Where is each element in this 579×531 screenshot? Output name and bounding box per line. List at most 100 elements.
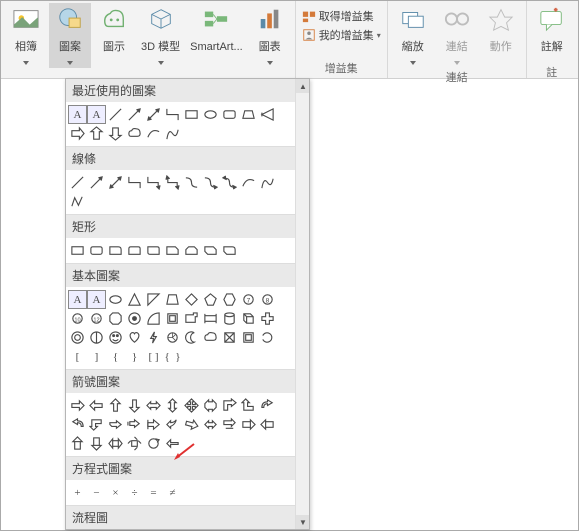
a-2[interactable] [87, 396, 106, 415]
a-4[interactable] [125, 396, 144, 415]
a-18[interactable] [182, 415, 201, 434]
b-17[interactable] [163, 309, 182, 328]
b-22[interactable] [258, 309, 277, 328]
eq-mult[interactable]: × [106, 483, 125, 502]
action-button[interactable]: 動作 [480, 3, 522, 63]
b-16[interactable] [144, 309, 163, 328]
shape-freeform[interactable] [163, 124, 182, 143]
models3d-button[interactable]: 3D 模型 [137, 3, 184, 68]
line-3[interactable] [106, 173, 125, 192]
a-7[interactable] [182, 396, 201, 415]
b-20[interactable] [220, 309, 239, 328]
shape-line[interactable] [106, 105, 125, 124]
b-38[interactable]: [ ] [144, 347, 163, 366]
shape-oval[interactable] [201, 105, 220, 124]
b-28[interactable] [163, 328, 182, 347]
b-34[interactable]: [ [68, 347, 87, 366]
b-21[interactable] [239, 309, 258, 328]
a-20[interactable] [220, 415, 239, 434]
b-8[interactable] [201, 290, 220, 309]
rect-7[interactable] [182, 241, 201, 260]
b-35[interactable]: ] [87, 347, 106, 366]
a-23[interactable] [68, 434, 87, 453]
shape-line-arrow[interactable] [125, 105, 144, 124]
shape-line-double[interactable] [144, 105, 163, 124]
a-8[interactable] [201, 396, 220, 415]
a-6[interactable] [163, 396, 182, 415]
shape-textbox[interactable]: A [68, 105, 87, 124]
comment-button[interactable]: 註解 [531, 3, 573, 63]
b-7[interactable] [182, 290, 201, 309]
b-9[interactable] [220, 290, 239, 309]
b-4[interactable] [125, 290, 144, 309]
a-5[interactable] [144, 396, 163, 415]
shape-trap[interactable] [239, 105, 258, 124]
a-9[interactable] [220, 396, 239, 415]
a-26[interactable] [125, 434, 144, 453]
rect-8[interactable] [201, 241, 220, 260]
my-addins-button[interactable]: 我的增益集 ▾ [300, 26, 383, 44]
scroll-up-icon[interactable]: ▲ [296, 79, 310, 93]
shape-textbox-v[interactable]: A [87, 105, 106, 124]
b-14[interactable] [106, 309, 125, 328]
a-25[interactable] [106, 434, 125, 453]
a-28[interactable] [163, 434, 182, 453]
eq-neq[interactable]: ≠ [163, 483, 182, 502]
b-29[interactable] [182, 328, 201, 347]
shapes-button[interactable]: 圖案 [49, 3, 91, 68]
shape-curve[interactable] [144, 124, 163, 143]
a-21[interactable] [239, 415, 258, 434]
b-10[interactable]: 7 [239, 290, 258, 309]
a-19[interactable] [201, 415, 220, 434]
b-2[interactable]: A [87, 290, 106, 309]
shape-cloud[interactable] [125, 124, 144, 143]
b-33[interactable] [258, 328, 277, 347]
eq-eq[interactable]: = [144, 483, 163, 502]
b-12[interactable]: 10 [68, 309, 87, 328]
rect-1[interactable] [68, 241, 87, 260]
b-24[interactable] [87, 328, 106, 347]
line-4[interactable] [125, 173, 144, 192]
b-27[interactable] [144, 328, 163, 347]
b-3[interactable] [106, 290, 125, 309]
a-13[interactable] [87, 415, 106, 434]
a-10[interactable] [239, 396, 258, 415]
shape-rect[interactable] [182, 105, 201, 124]
b-39[interactable]: { } [163, 347, 182, 366]
line-6[interactable] [163, 173, 182, 192]
b-1[interactable]: A [68, 290, 87, 309]
line-10[interactable] [239, 173, 258, 192]
a-22[interactable] [258, 415, 277, 434]
rect-3[interactable] [106, 241, 125, 260]
a-14[interactable] [106, 415, 125, 434]
link-button[interactable]: 連結 [436, 3, 478, 68]
b-6[interactable] [163, 290, 182, 309]
line-5[interactable] [144, 173, 163, 192]
a-12[interactable] [68, 415, 87, 434]
rect-4[interactable] [125, 241, 144, 260]
b-18[interactable] [182, 309, 201, 328]
chart-button[interactable]: 圖表 [249, 3, 291, 68]
a-15[interactable] [125, 415, 144, 434]
get-addins-button[interactable]: 取得增益集 [300, 7, 383, 25]
line-9[interactable] [220, 173, 239, 192]
zoom-button[interactable]: 縮放 [392, 3, 434, 68]
a-17[interactable] [163, 415, 182, 434]
eq-minus[interactable]: − [87, 483, 106, 502]
rect-6[interactable] [163, 241, 182, 260]
line-7[interactable] [182, 173, 201, 192]
b-31[interactable] [220, 328, 239, 347]
b-36[interactable]: { [106, 347, 125, 366]
line-1[interactable] [68, 173, 87, 192]
b-30[interactable] [201, 328, 220, 347]
b-32[interactable] [239, 328, 258, 347]
line-8[interactable] [201, 173, 220, 192]
shape-arrow-u[interactable] [87, 124, 106, 143]
eq-div[interactable]: ÷ [125, 483, 144, 502]
rect-2[interactable] [87, 241, 106, 260]
b-5[interactable] [144, 290, 163, 309]
rect-9[interactable] [220, 241, 239, 260]
a-11[interactable] [258, 396, 277, 415]
shape-arrow-d[interactable] [106, 124, 125, 143]
shape-arrow-r[interactable] [68, 124, 87, 143]
